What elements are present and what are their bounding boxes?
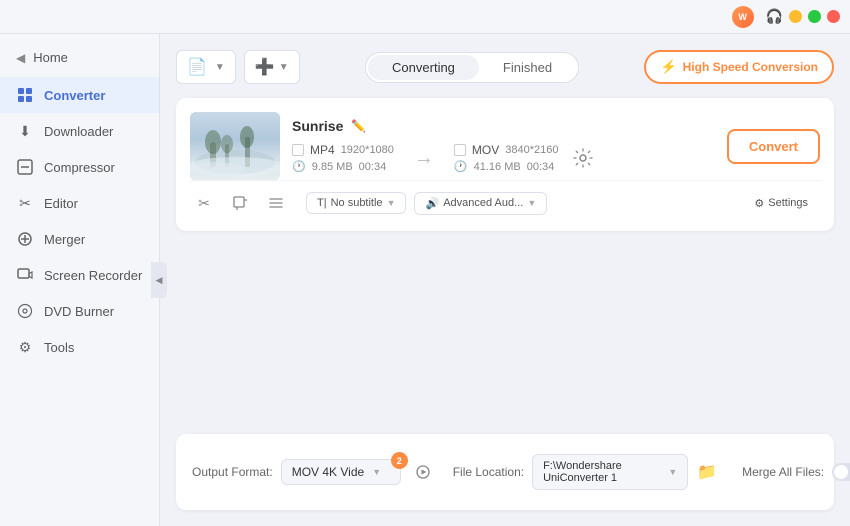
dvd-burner-label: DVD Burner [44, 304, 114, 319]
sidebar-home[interactable]: ◀ Home [0, 42, 159, 73]
close-button[interactable] [827, 10, 840, 23]
subtitle-icon: T| [317, 197, 327, 209]
lightning-icon: ⚡ [660, 59, 676, 75]
sidebar-item-compressor[interactable]: Compressor [0, 149, 159, 185]
add-options-icon: ➕ [255, 57, 275, 77]
screen-recorder-icon [16, 266, 34, 284]
cut-icon-btn[interactable]: ✂ [190, 189, 218, 217]
sidebar-item-merger[interactable]: Merger [0, 221, 159, 257]
add-options-dropdown-icon: ▼ [279, 62, 289, 73]
format-badge: 2 [391, 452, 408, 469]
source-size-row: 🕐 9.85 MB 00:34 [292, 160, 394, 173]
minimize-button[interactable]: ─ [789, 10, 802, 23]
location-value: F:\Wondershare UniConverter 1 [543, 460, 660, 484]
merge-group: Merge All Files: [742, 463, 850, 481]
target-format: MOV [472, 143, 499, 157]
crop-icon-btn[interactable] [226, 189, 254, 217]
dvd-burner-icon [16, 302, 34, 320]
merge-toggle[interactable] [832, 463, 850, 481]
downloader-label: Downloader [44, 124, 113, 139]
format-preview-icon[interactable] [409, 458, 437, 486]
output-format-label: Output Format: [192, 465, 273, 479]
format-value: MOV 4K Vide [292, 465, 364, 479]
file-thumbnail [190, 112, 280, 180]
target-resolution: 3840*2160 [505, 144, 558, 156]
converter-label: Converter [44, 88, 105, 103]
file-location-label: File Location: [453, 465, 524, 479]
file-location-group: File Location: F:\Wondershare UniConvert… [453, 454, 718, 490]
subtitle-select[interactable]: T| No subtitle ▼ [306, 192, 406, 214]
list-icon-btn[interactable] [262, 189, 290, 217]
audio-label: Advanced Aud... [443, 197, 523, 209]
editor-icon: ✂ [16, 194, 34, 212]
converter-icon [16, 86, 34, 104]
tools-label: Tools [44, 340, 74, 355]
merger-icon [16, 230, 34, 248]
location-input[interactable]: F:\Wondershare UniConverter 1 ▼ [532, 454, 688, 490]
subtitle-label: No subtitle [331, 197, 383, 209]
compressor-icon [16, 158, 34, 176]
sidebar-item-dvd-burner[interactable]: DVD Burner [0, 293, 159, 329]
high-speed-button[interactable]: ⚡ High Speed Conversion [644, 50, 834, 84]
gear-icon: ⚙ [754, 197, 764, 210]
location-dropdown-icon: ▼ [668, 467, 677, 477]
window-controls: W 🎧 ─ [732, 6, 840, 28]
add-file-dropdown-icon: ▼ [215, 62, 225, 73]
downloader-icon: ⬇ [16, 122, 34, 140]
target-format-row: MOV 3840*2160 [454, 143, 559, 157]
subtitle-dropdown-icon: ▼ [387, 198, 396, 208]
source-resolution: 1920*1080 [341, 144, 394, 156]
audio-icon: 🔊 [425, 197, 439, 210]
high-speed-label: High Speed Conversion [683, 60, 818, 74]
sidebar-item-tools[interactable]: ⚙ Tools [0, 329, 159, 365]
source-size: 9.85 MB [312, 161, 353, 173]
tab-converting[interactable]: Converting [368, 55, 479, 80]
file-settings-icon-btn[interactable] [567, 142, 599, 174]
audio-dropdown-icon: ▼ [527, 198, 536, 208]
edit-file-icon[interactable]: ✏️ [351, 119, 366, 133]
bottom-bar: Output Format: MOV 4K Vide ▼ 2 File Loca… [176, 434, 834, 510]
collapse-icon: ◀ [156, 275, 163, 286]
sidebar-item-screen-recorder[interactable]: Screen Recorder [0, 257, 159, 293]
source-format: MP4 [310, 143, 335, 157]
sidebar-item-downloader[interactable]: ⬇ Downloader [0, 113, 159, 149]
source-duration: 00:34 [359, 161, 387, 173]
tools-icon: ⚙ [16, 338, 34, 356]
target-size-row: 🕐 41.16 MB 00:34 [454, 160, 559, 173]
source-format-row: MP4 1920*1080 [292, 143, 394, 157]
add-file-button[interactable]: 📄 ▼ [176, 50, 236, 84]
format-select[interactable]: MOV 4K Vide ▼ 2 [281, 459, 401, 485]
output-format-group: Output Format: MOV 4K Vide ▼ 2 [192, 458, 437, 486]
sidebar-collapse-btn[interactable]: ◀ [151, 262, 167, 298]
add-options-button[interactable]: ➕ ▼ [244, 50, 300, 84]
compressor-label: Compressor [44, 160, 115, 175]
sidebar-item-editor[interactable]: ✂ Editor [0, 185, 159, 221]
add-file-icon: 📄 [187, 57, 207, 77]
settings-link[interactable]: ⚙ Settings [742, 193, 820, 214]
maximize-button[interactable] [808, 10, 821, 23]
tab-finished[interactable]: Finished [479, 55, 576, 80]
folder-icon-btn[interactable]: 📁 [696, 458, 718, 486]
file-card: Sunrise ✏️ MP4 1920*1080 [176, 98, 834, 231]
format-dropdown-icon: ▼ [372, 467, 381, 477]
folder-icon: 📁 [697, 462, 717, 482]
audio-select[interactable]: 🔊 Advanced Aud... ▼ [414, 192, 547, 215]
header-avatar[interactable]: W [732, 6, 754, 28]
headset-icon[interactable]: 🎧 [766, 8, 783, 25]
tab-group: Converting Finished [365, 52, 579, 83]
merge-label: Merge All Files: [742, 465, 824, 479]
convert-button[interactable]: Convert [727, 129, 820, 164]
target-size: 41.16 MB [474, 161, 521, 173]
editor-label: Editor [44, 196, 78, 211]
sidebar-item-converter[interactable]: Converter [0, 77, 159, 113]
back-icon: ◀ [16, 51, 25, 65]
screen-recorder-label: Screen Recorder [44, 268, 142, 283]
home-label: Home [33, 50, 68, 65]
merger-label: Merger [44, 232, 85, 247]
target-duration: 00:34 [527, 161, 555, 173]
file-name: Sunrise [292, 118, 343, 134]
settings-label: Settings [768, 197, 808, 209]
